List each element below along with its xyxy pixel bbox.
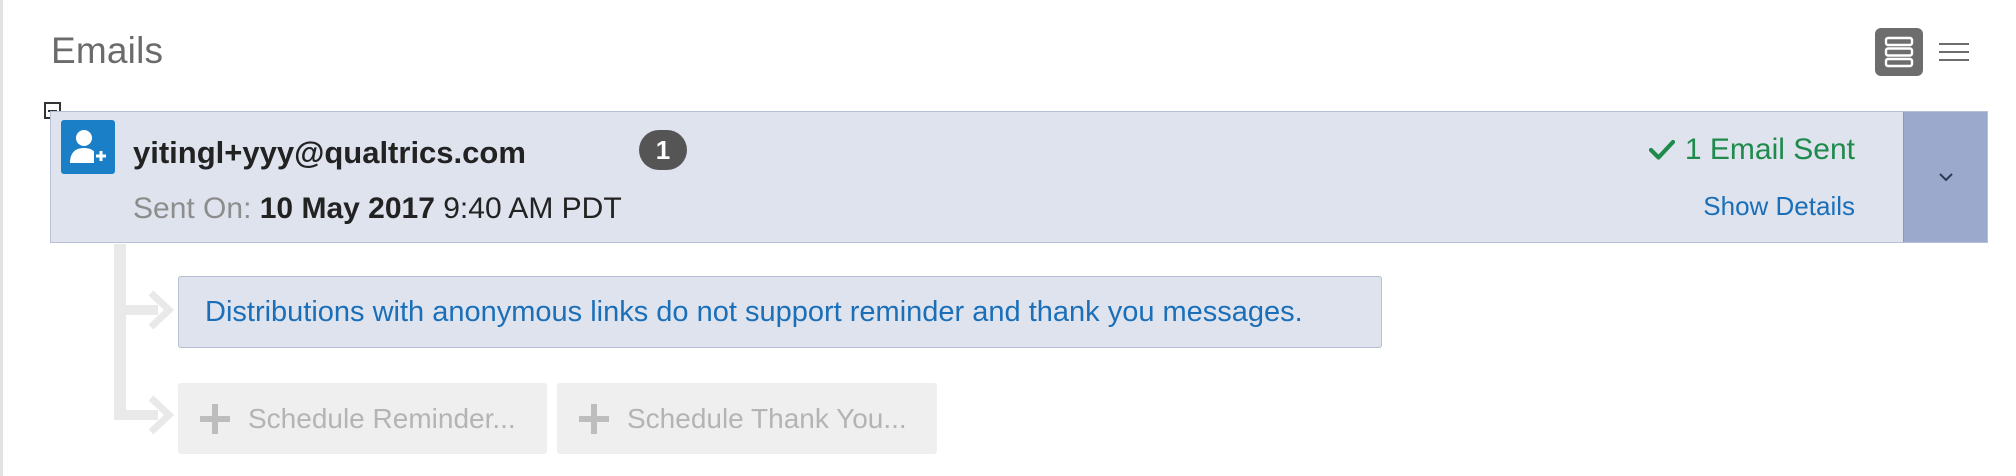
contact-add-icon (70, 130, 108, 163)
status-text: 1 Email Sent (1684, 133, 1855, 166)
schedule-thank-you-label: Schedule Thank You... (627, 402, 907, 434)
sent-date: 10 May 2017 (259, 192, 435, 225)
card-view-icon (1884, 36, 1914, 68)
anonymous-link-notice: Distributions with anonymous links do no… (178, 276, 1382, 348)
tree-connector-vertical (114, 244, 126, 420)
plus-icon (200, 403, 230, 434)
email-distribution-card: yitingl+yyy@qualtrics.com 1 Sent On: 10 … (50, 111, 1988, 243)
avatar (61, 120, 115, 174)
card-dropdown-button[interactable] (1903, 112, 1987, 242)
show-details-link[interactable]: Show Details (1703, 191, 1855, 222)
email-card-body: yitingl+yyy@qualtrics.com 1 Sent On: 10 … (51, 112, 1903, 242)
schedule-thank-you-button[interactable]: Schedule Thank You... (557, 383, 937, 454)
tree-arrow-icon (148, 395, 174, 435)
status-indicator: 1 Email Sent (1648, 133, 1855, 167)
tree-arrow-icon (148, 290, 174, 330)
view-toggle (1875, 28, 1971, 76)
chevron-down-icon (1938, 173, 1953, 182)
sent-time: 9:40 AM PDT (443, 192, 622, 225)
email-count-badge: 1 (639, 130, 687, 170)
list-view-icon (1939, 43, 1969, 61)
sent-on-row: Sent On: 10 May 2017 9:40 AM PDT (133, 192, 622, 226)
schedule-reminder-label: Schedule Reminder... (248, 402, 516, 434)
schedule-reminder-button[interactable]: Schedule Reminder... (178, 383, 547, 454)
list-view-button[interactable] (1937, 28, 1971, 76)
recipient-email: yitingl+yyy@qualtrics.com (133, 135, 526, 170)
card-view-button[interactable] (1875, 28, 1923, 76)
plus-icon (579, 403, 609, 434)
left-rule (0, 0, 3, 476)
sent-on-label: Sent On: (133, 192, 252, 225)
checkmark-icon (1648, 139, 1675, 160)
section-title: Emails (51, 30, 164, 71)
